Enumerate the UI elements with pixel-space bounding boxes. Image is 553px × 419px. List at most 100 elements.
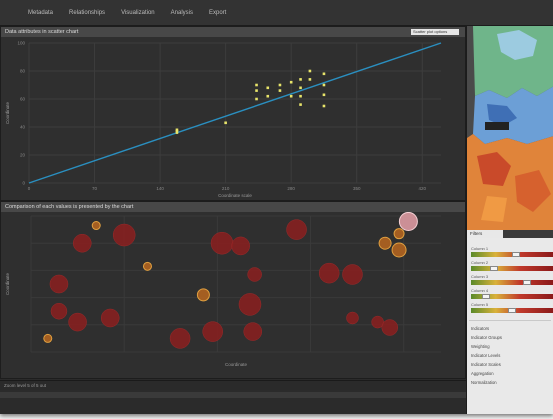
sidebar-item-indicator-scales[interactable]: Indicator Scales [471,362,501,367]
y-axis-label: Coordinate [5,101,10,124]
scatter-point [266,94,270,98]
scatter-point [322,83,326,87]
sidebar-item-indicators[interactable]: Indicators [471,326,489,331]
bubble-point [196,288,210,302]
scatter-point [299,78,302,81]
slider-4[interactable] [471,294,553,299]
sidebar-item-indicator-groups[interactable]: Indicator Groups [471,335,502,340]
scatter-panel: Data attributes in scatter chart Scatter… [0,26,466,201]
scatter-point [299,94,302,98]
scatter-point [308,78,312,81]
bubble-point [391,242,407,258]
bubble-point [247,267,262,282]
scatter-point [255,97,258,101]
x-tick-label: 210 [222,186,230,191]
y-tick-label: 40 [20,125,26,130]
scatter-point [289,80,293,84]
tab-filters[interactable]: Filters [467,230,503,238]
bubble-point [243,322,263,341]
bubble-point [50,302,68,320]
bubble-point [381,319,398,336]
bubble-point [346,311,359,325]
slider-1-knob[interactable] [512,252,520,257]
scatter-panel-title: Data attributes in scatter chart [1,27,465,37]
sidebar-item-weighting[interactable]: Weighting [471,344,490,349]
bubble-panel: Comparison of each values is presented b… [0,201,466,379]
scatter-point [299,86,302,90]
y-tick-label: 100 [17,41,25,46]
bubble-point [142,261,152,271]
scatter-point [255,83,258,87]
scatter-point [278,89,282,92]
slider-label-5: Column 5 [471,302,489,307]
horizontal-scrollbar[interactable] [0,392,466,398]
sidebar-item-aggregation[interactable]: Aggregation [471,371,494,376]
slider-label-4: Column 4 [471,288,489,293]
bubble-point [238,293,262,316]
bubble-point [210,231,234,255]
bubble-point [318,262,340,284]
x-axis-label: Coordinate scale [218,193,252,198]
x-tick-label: 70 [92,186,98,191]
menu-item-export[interactable]: Export [209,10,226,16]
slider-2[interactable] [471,266,553,271]
scatter-point [289,94,293,98]
menu-item-visualization[interactable]: Visualization [121,10,155,16]
x-tick-label: 0 [28,186,31,191]
bubble-point [393,228,405,240]
app-window: Metadata Relationships Visualization Ana… [0,0,553,414]
menu-bar: Metadata Relationships Visualization Ana… [0,0,553,26]
x-tick-label: 140 [156,186,164,191]
menu-item-analysis[interactable]: Analysis [171,10,193,16]
scatter-point [322,93,326,97]
scatter-point [308,69,312,73]
y-tick-label: 0 [22,181,25,186]
bubble-point [398,212,418,231]
scatter-point [322,72,326,76]
slider-label-2: Column 2 [471,260,489,265]
bubble-point [91,221,101,231]
scatter-point [175,131,179,134]
choropleth-map[interactable] [467,26,553,230]
bubble-panel-title: Comparison of each values is presented b… [1,202,465,212]
slider-label-1: Column 1 [471,246,489,251]
scatter-point [299,103,302,106]
bubble-point [68,312,87,332]
filter-panel: Column 1 Column 2 Column 3 Column 4 Colu… [467,238,553,414]
menu-item-relationships[interactable]: Relationships [69,10,105,16]
y-axis-label: Coordinate [5,272,10,295]
scatter-point [278,83,282,87]
x-tick-label: 350 [353,186,361,191]
x-tick-label: 420 [419,186,427,191]
slider-3[interactable] [471,280,553,285]
x-tick-label: 280 [287,186,295,191]
bubble-point [49,274,69,294]
scatter-point [224,121,227,125]
slider-1[interactable] [471,252,553,257]
scatter-point [322,104,326,108]
bubble-point [202,321,223,342]
bubble-point [112,223,136,247]
status-bar: Zoom level 5 of 5 out [0,380,466,390]
divider [469,320,551,321]
slider-5[interactable] [471,308,553,313]
slider-label-3: Column 3 [471,274,489,279]
slider-2-knob[interactable] [490,266,498,271]
bubble-chart: Coordinate Coordinate [5,212,441,367]
scatter-options-button[interactable]: Scatter plot options [411,29,459,35]
bubble-point [342,264,363,285]
bubble-point [169,328,191,349]
sidebar-item-normalization[interactable]: Normalization [471,380,497,385]
bubble-point [286,219,307,240]
scatter-point [266,86,270,90]
slider-3-knob[interactable] [523,280,531,285]
sidebar-item-indicator-levels[interactable]: Indicator Levels [471,353,500,358]
menu-item-metadata[interactable]: Metadata [28,10,53,16]
x-axis-label: Coordinate [225,362,248,367]
bubble-point [43,333,53,343]
slider-5-knob[interactable] [508,308,516,313]
bubble-point [378,236,392,250]
y-tick-label: 80 [20,69,26,74]
slider-4-knob[interactable] [482,294,490,299]
bubble-point [231,236,250,256]
